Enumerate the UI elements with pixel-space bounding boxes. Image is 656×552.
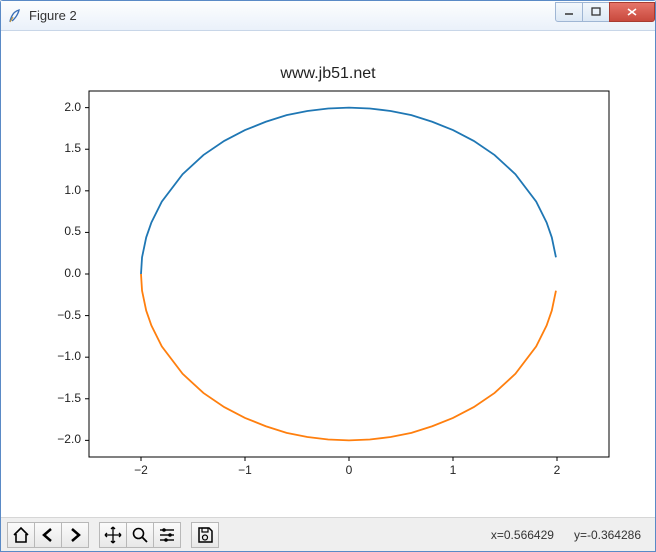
x-tick-label: 0 <box>334 463 364 477</box>
y-tick-label: 1.5 <box>41 141 81 155</box>
figure-window: Figure 2 www.jb51.net −2.0−1.5−1.0−0.50.… <box>0 0 656 552</box>
close-icon <box>626 7 638 17</box>
save-button[interactable] <box>191 522 219 548</box>
x-tick-label: 2 <box>542 463 572 477</box>
y-tick-label: −0.5 <box>41 308 81 322</box>
series-lower-arc <box>141 274 556 440</box>
configure-button[interactable] <box>153 522 181 548</box>
forward-button[interactable] <box>61 522 89 548</box>
arrow-left-icon <box>39 526 57 544</box>
series-upper-arc <box>141 108 556 274</box>
move-icon <box>104 526 122 544</box>
maximize-button[interactable] <box>582 2 610 22</box>
home-icon <box>12 526 30 544</box>
close-button[interactable] <box>609 2 655 22</box>
y-tick-label: 1.0 <box>41 183 81 197</box>
minimize-button[interactable] <box>555 2 583 22</box>
titlebar[interactable]: Figure 2 <box>1 1 655 31</box>
y-tick-label: 0.5 <box>41 224 81 238</box>
magnifier-icon <box>131 526 149 544</box>
x-tick-label: 1 <box>438 463 468 477</box>
minimize-icon <box>564 7 574 17</box>
tk-feather-icon <box>7 8 23 24</box>
status-y: y=-0.364286 <box>574 528 641 542</box>
status-x: x=0.566429 <box>491 528 554 542</box>
home-button[interactable] <box>7 522 35 548</box>
window-buttons <box>556 2 655 22</box>
toolbar: x=0.566429 y=-0.364286 <box>1 517 655 551</box>
arrow-right-icon <box>66 526 84 544</box>
sliders-icon <box>158 526 176 544</box>
pan-button[interactable] <box>99 522 127 548</box>
x-tick-label: −2 <box>126 463 156 477</box>
y-tick-label: −1.0 <box>41 349 81 363</box>
y-tick-label: −1.5 <box>41 391 81 405</box>
y-tick-label: 0.0 <box>41 266 81 280</box>
back-button[interactable] <box>34 522 62 548</box>
zoom-button[interactable] <box>126 522 154 548</box>
y-tick-label: 2.0 <box>41 100 81 114</box>
chart-svg <box>9 39 645 509</box>
y-tick-label: −2.0 <box>41 432 81 446</box>
window-title: Figure 2 <box>29 8 556 23</box>
plot-canvas[interactable]: www.jb51.net −2.0−1.5−1.0−0.50.00.51.01.… <box>9 39 647 517</box>
x-tick-label: −1 <box>230 463 260 477</box>
save-icon <box>196 526 214 544</box>
maximize-icon <box>591 7 601 17</box>
status-coords: x=0.566429 y=-0.364286 <box>491 528 649 542</box>
